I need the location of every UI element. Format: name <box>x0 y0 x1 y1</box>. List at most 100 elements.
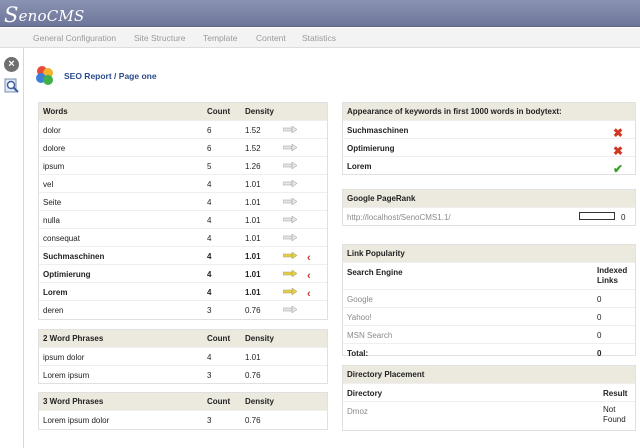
arrow-right-icon <box>282 287 298 296</box>
table-row: vel 4 1.01 <box>39 174 327 192</box>
table-row: dolore 6 1.52 <box>39 138 327 156</box>
two-word-col-phrase: 2 Word Phrases <box>43 334 104 343</box>
nav-template[interactable]: Template <box>203 33 238 43</box>
nav-statistics[interactable]: Statistics <box>302 33 336 43</box>
word-cell: nulla <box>43 216 60 225</box>
arrow-right-icon <box>282 251 298 260</box>
phrase-cell: Lorem ipsum <box>43 371 90 380</box>
two-word-header: 2 Word Phrases Count Density <box>39 330 327 347</box>
nav-general-configuration[interactable]: General Configuration <box>33 33 116 43</box>
word-cell: dolore <box>43 144 66 153</box>
appearance-title: Appearance of keywords in first 1000 wor… <box>347 107 562 116</box>
count-cell: 6 <box>207 144 212 153</box>
word-cell: consequat <box>43 234 80 243</box>
link-total-label: Total: <box>347 349 369 358</box>
density-cell: 1.26 <box>245 162 261 171</box>
word-cell: vel <box>43 180 54 189</box>
keyword-row: Optimierung ✖ <box>343 138 635 158</box>
arrow-right-icon <box>282 161 298 170</box>
close-icon[interactable]: × <box>4 57 19 72</box>
words-col-count: Count <box>207 107 231 116</box>
keyword-cell: Optimierung <box>347 144 395 153</box>
directory-link[interactable]: Dmoz <box>347 407 368 416</box>
engine-link[interactable]: Yahoo! <box>347 313 372 322</box>
density-cell: 1.01 <box>245 234 261 243</box>
arrow-right-icon <box>282 143 298 152</box>
link-col-indexed: Indexed Links <box>597 266 628 285</box>
two-word-col-density: Density <box>245 334 274 343</box>
pagerank-title: Google PageRank <box>347 194 416 203</box>
word-cell: deren <box>43 306 64 315</box>
link-col-engine: Search Engine <box>347 268 403 277</box>
directory-panel: Directory Placement Directory Result Dmo… <box>342 365 636 431</box>
appearance-panel: Appearance of keywords in first 1000 wor… <box>342 102 636 176</box>
link-popularity-body: Google 0 Yahoo! 0 MSN Search 0 <box>343 289 635 343</box>
link-popularity-panel: Link Popularity Search Engine Indexed Li… <box>342 244 636 358</box>
pagerank-row: http://localhost/SenoCMS1.1/ 0 <box>343 207 635 225</box>
arrow-right-icon <box>282 197 298 206</box>
directory-row: Dmoz Not Found <box>343 401 635 427</box>
word-cell: dolor <box>43 126 61 135</box>
count-cell: 4 <box>207 234 212 243</box>
density-cell: 0.76 <box>245 371 261 380</box>
table-row: Optimierung 4 1.01 ‹ <box>39 264 327 282</box>
three-word-table-body: Lorem ipsum dolor 3 0.76 <box>39 410 327 428</box>
arrow-right-icon <box>282 305 298 314</box>
count-cell: 4 <box>207 353 212 362</box>
pagerank-header: Google PageRank <box>343 190 635 207</box>
link-row: MSN Search 0 <box>343 325 635 343</box>
link-popularity-title: Link Popularity <box>347 249 405 258</box>
directory-colheads: Directory Result <box>343 383 635 401</box>
count-cell: 3 <box>207 306 212 315</box>
table-row: ipsum dolor 4 1.01 <box>39 347 327 365</box>
count-cell: 4 <box>207 180 212 189</box>
density-cell: 0.76 <box>245 306 261 315</box>
three-word-col-density: Density <box>245 397 274 406</box>
engine-link[interactable]: Google <box>347 295 373 304</box>
seo-report-icon <box>36 66 53 85</box>
density-cell: 0.76 <box>245 416 261 425</box>
indexed-value: 0 <box>597 331 602 340</box>
table-row: Lorem ipsum 3 0.76 <box>39 365 327 383</box>
density-cell: 1.01 <box>245 288 261 297</box>
count-cell: 4 <box>207 198 212 207</box>
count-cell: 3 <box>207 416 212 425</box>
three-word-col-count: Count <box>207 397 231 406</box>
pagerank-url[interactable]: http://localhost/SenoCMS1.1/ <box>347 213 451 222</box>
directory-header: Directory Placement <box>343 366 635 383</box>
left-toolbar <box>0 48 24 448</box>
count-cell: 5 <box>207 162 212 171</box>
arrow-right-icon <box>282 179 298 188</box>
table-row: Seite 4 1.01 <box>39 192 327 210</box>
search-icon[interactable] <box>4 78 20 94</box>
words-header: Words Count Density <box>39 103 327 120</box>
count-cell: 4 <box>207 216 212 225</box>
density-cell: 1.01 <box>245 270 261 279</box>
nav-site-structure[interactable]: Site Structure <box>134 33 186 43</box>
link-total-row: Total: 0 <box>343 343 635 361</box>
page-title: SEO Report / Page one <box>64 71 157 81</box>
density-cell: 1.52 <box>245 144 261 153</box>
keyword-cell: Suchmaschinen <box>347 126 409 135</box>
engine-link[interactable]: MSN Search <box>347 331 392 340</box>
table-row: Lorem ipsum dolor 3 0.76 <box>39 410 327 428</box>
density-cell: 1.01 <box>245 180 261 189</box>
three-word-header: 3 Word Phrases Count Density <box>39 393 327 410</box>
table-row: deren 3 0.76 <box>39 300 327 318</box>
appearance-header: Appearance of keywords in first 1000 wor… <box>343 103 635 120</box>
directory-result: Not Found <box>603 405 626 424</box>
directory-title: Directory Placement <box>347 370 425 379</box>
link-popularity-colheads: Search Engine Indexed Links <box>343 262 635 289</box>
two-word-col-count: Count <box>207 334 231 343</box>
chevron-left-icon: ‹ <box>307 270 311 282</box>
table-row: ipsum 5 1.26 <box>39 156 327 174</box>
directory-col-name: Directory <box>347 389 383 398</box>
table-row: dolor 6 1.52 <box>39 120 327 138</box>
logo-text: enoCMS <box>18 7 85 25</box>
keyword-row: Suchmaschinen ✖ <box>343 120 635 140</box>
word-cell: ipsum <box>43 162 65 171</box>
nav-content[interactable]: Content <box>256 33 286 43</box>
link-total-value: 0 <box>597 349 602 358</box>
arrow-right-icon <box>282 233 298 242</box>
arrow-right-icon <box>282 215 298 224</box>
